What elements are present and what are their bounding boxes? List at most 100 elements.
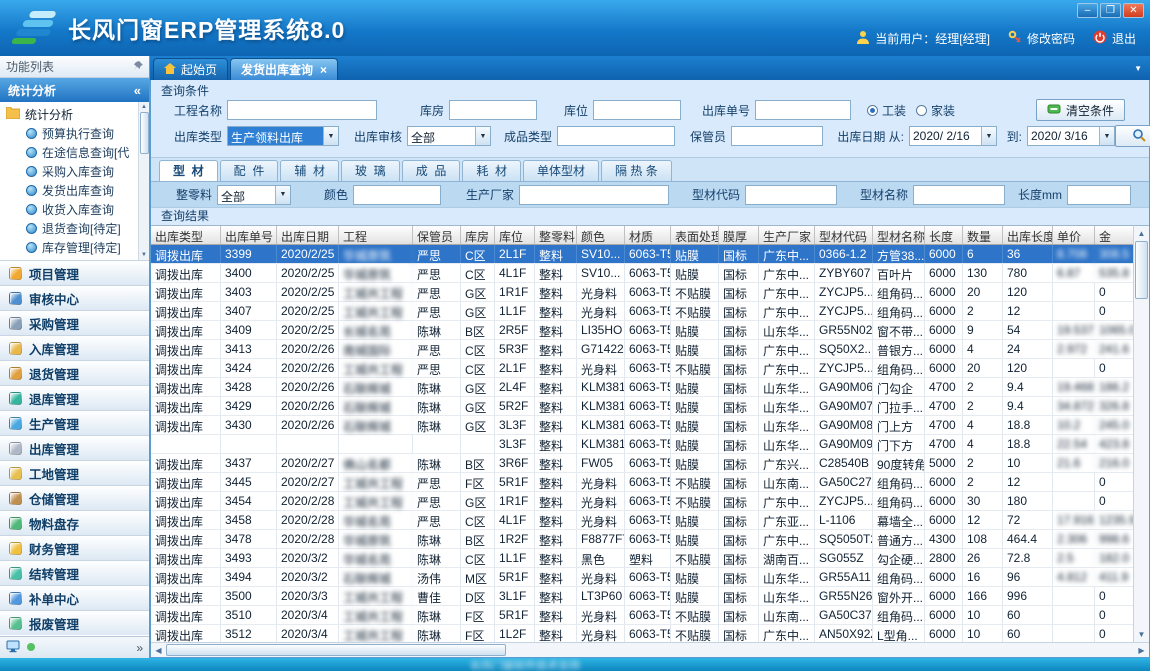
sidebar-module-item[interactable]: 结转管理 xyxy=(0,560,149,585)
tree-scrollbar[interactable]: ▲ ▼ xyxy=(138,102,149,260)
vertical-scrollbar-thumb[interactable] xyxy=(1135,241,1148,299)
column-header[interactable]: 工程 xyxy=(339,226,413,244)
sidebar-section-header[interactable]: 统计分析 « xyxy=(0,78,149,102)
warehouse-input[interactable] xyxy=(449,100,537,120)
sidebar-module-item[interactable]: 报废管理 xyxy=(0,610,149,635)
change-password-link[interactable]: 修改密码 xyxy=(1027,30,1075,47)
material-tab[interactable]: 耗 材 xyxy=(462,160,521,181)
table-row[interactable]: 调拨出库33992020/2/25华城原筑严思C区2L1F整料SV10...60… xyxy=(151,245,1133,264)
clear-conditions-button[interactable]: 清空条件 xyxy=(1036,99,1125,121)
scroll-down-icon[interactable]: ▼ xyxy=(141,250,147,260)
column-header[interactable]: 出库类型 xyxy=(151,226,221,244)
column-header[interactable]: 金 xyxy=(1095,226,1133,244)
column-header[interactable]: 膜厚 xyxy=(719,226,759,244)
profile-name-input[interactable] xyxy=(913,185,1005,205)
vertical-scrollbar[interactable]: ▲ ▼ xyxy=(1133,225,1149,642)
column-header[interactable]: 库位 xyxy=(495,226,535,244)
table-row[interactable]: 调拨出库34282020/2/26石联辉城陈琳G区2L4F整料KLM381760… xyxy=(151,378,1133,397)
scroll-down-icon[interactable]: ▼ xyxy=(1138,627,1146,642)
horizontal-scrollbar[interactable]: ◀ ▶ xyxy=(151,642,1149,657)
tree-item[interactable]: 预算执行查询 xyxy=(6,124,147,143)
radio-gongzhuang[interactable]: 工装 xyxy=(867,102,906,119)
column-header[interactable]: 表面处理 xyxy=(671,226,719,244)
table-row[interactable]: 调拨出库35002020/3/3工城共工程曹佳D区3L1F整料LT3P60606… xyxy=(151,587,1133,606)
scroll-up-icon[interactable]: ▲ xyxy=(1138,226,1146,241)
table-row[interactable]: 调拨出库34942020/3/2石联辉城汤伟M区5R1F整料光身料6063-T5… xyxy=(151,568,1133,587)
expand-more-icon[interactable]: » xyxy=(136,641,143,655)
profile-code-input[interactable] xyxy=(745,185,837,205)
column-header[interactable]: 库房 xyxy=(461,226,495,244)
radio-jiazhuang[interactable]: 家装 xyxy=(916,102,955,119)
chevron-down-icon[interactable]: ▼ xyxy=(1099,127,1114,145)
sidebar-module-item[interactable]: 物料盘存 xyxy=(0,510,149,535)
column-header[interactable]: 生产厂家 xyxy=(759,226,815,244)
sidebar-module-item[interactable]: 采购管理 xyxy=(0,310,149,335)
tree-item[interactable]: 退货查询[待定] xyxy=(6,219,147,238)
sidebar-module-item[interactable]: 财务管理 xyxy=(0,535,149,560)
table-row[interactable]: 调拨出库34002020/2/25华城原筑严思C区4L1F整料SV10...60… xyxy=(151,264,1133,283)
table-row[interactable]: 调拨出库34782020/2/28华城原筑陈琳B区1R2F整料F8877FT60… xyxy=(151,530,1133,549)
monitor-icon[interactable] xyxy=(6,640,20,656)
chevron-down-icon[interactable]: ▼ xyxy=(275,186,290,204)
collapse-icon[interactable]: « xyxy=(134,83,141,98)
material-tab[interactable]: 型 材 xyxy=(159,160,218,181)
table-row[interactable]: 调拨出库34452020/2/27工城共工程严思F区5R1F整料光身料6063-… xyxy=(151,473,1133,492)
column-header[interactable]: 整零料 xyxy=(535,226,577,244)
color-input[interactable] xyxy=(353,185,441,205)
material-tab[interactable]: 玻 璃 xyxy=(341,160,400,181)
chevron-down-icon[interactable]: ▼ xyxy=(323,127,338,145)
order-no-input[interactable] xyxy=(755,100,851,120)
date-to-picker[interactable]: 2020/ 3/16 ▼ xyxy=(1027,126,1115,146)
table-row[interactable]: 调拨出库35102020/3/4工城共工程陈琳F区5R1F整料光身料6063-T… xyxy=(151,606,1133,625)
table-row[interactable]: 调拨出库34932020/3/2华城名苑陈琳C区1L1F整料黑色塑料不贴膜国标湖… xyxy=(151,549,1133,568)
project-name-input[interactable] xyxy=(227,100,377,120)
tab-shipping-query[interactable]: 发货出库查询 × xyxy=(230,58,338,80)
tree-item[interactable]: 发货出库查询 xyxy=(6,181,147,200)
product-type-input[interactable] xyxy=(557,126,675,146)
tab-home[interactable]: 起始页 xyxy=(153,58,228,80)
pin-icon[interactable] xyxy=(133,60,143,74)
sidebar-module-item[interactable]: 项目管理 xyxy=(0,260,149,285)
column-header[interactable]: 数量 xyxy=(963,226,1003,244)
table-row[interactable]: 调拨出库34302020/2/26石联辉城陈琳G区3L3F整料KLM381760… xyxy=(151,416,1133,435)
sidebar-module-item[interactable]: 仓储管理 xyxy=(0,485,149,510)
material-tab[interactable]: 成 品 xyxy=(402,160,461,181)
column-header[interactable]: 单价 xyxy=(1053,226,1095,244)
sidebar-module-item[interactable]: 退库管理 xyxy=(0,385,149,410)
tree-item[interactable]: 收货入库查询 xyxy=(6,200,147,219)
material-tab[interactable]: 配 件 xyxy=(220,160,279,181)
table-row[interactable]: 调拨出库35122020/3/4工城共工程陈琳F区1L2F整料光身料6063-T… xyxy=(151,625,1133,642)
maximize-button[interactable]: ❐ xyxy=(1100,3,1121,18)
minimize-button[interactable]: – xyxy=(1077,3,1098,18)
table-row[interactable]: 调拨出库34072020/2/25工城共工程严思G区1L1F整料光身料6063-… xyxy=(151,302,1133,321)
audit-select[interactable]: 全部 ▼ xyxy=(407,126,491,146)
sidebar-module-item[interactable]: 补单中心 xyxy=(0,585,149,610)
chevron-down-icon[interactable]: ▼ xyxy=(475,127,490,145)
tree-item[interactable]: 采购入库查询 xyxy=(6,162,147,181)
maker-input[interactable] xyxy=(519,185,669,205)
material-tab[interactable]: 隔 热 条 xyxy=(601,160,672,181)
sidebar-module-item[interactable]: 退货管理 xyxy=(0,360,149,385)
table-row[interactable]: 调拨出库34292020/2/26石联辉城陈琳G区5R2F整料KLM381760… xyxy=(151,397,1133,416)
keeper-input[interactable] xyxy=(731,126,823,146)
column-header[interactable]: 颜色 xyxy=(577,226,625,244)
scroll-left-icon[interactable]: ◀ xyxy=(151,646,166,655)
search-button[interactable]: 查 询 xyxy=(1115,125,1150,147)
column-header[interactable]: 出库单号 xyxy=(221,226,277,244)
tree-item[interactable]: 库存管理[待定] xyxy=(6,238,147,257)
column-header[interactable]: 型材名称 xyxy=(873,226,925,244)
material-tab[interactable]: 单体型材 xyxy=(523,160,599,181)
scroll-up-icon[interactable]: ▲ xyxy=(141,102,147,112)
column-header[interactable]: 长度 xyxy=(925,226,963,244)
location-input[interactable] xyxy=(593,100,681,120)
table-row[interactable]: 调拨出库34132020/2/26南城国际严思C区5R3F整料G71422606… xyxy=(151,340,1133,359)
tree-item-root[interactable]: 统计分析 xyxy=(6,105,147,124)
column-header[interactable]: 材质 xyxy=(625,226,671,244)
tree-item[interactable]: 在途信息查询[代 xyxy=(6,143,147,162)
length-input[interactable] xyxy=(1067,185,1131,205)
tree-scrollbar-thumb[interactable] xyxy=(140,112,149,154)
sidebar-module-item[interactable]: 出库管理 xyxy=(0,435,149,460)
sidebar-module-item[interactable]: 审核中心 xyxy=(0,285,149,310)
scroll-right-icon[interactable]: ▶ xyxy=(1134,646,1149,655)
close-button[interactable]: ✕ xyxy=(1123,3,1144,18)
